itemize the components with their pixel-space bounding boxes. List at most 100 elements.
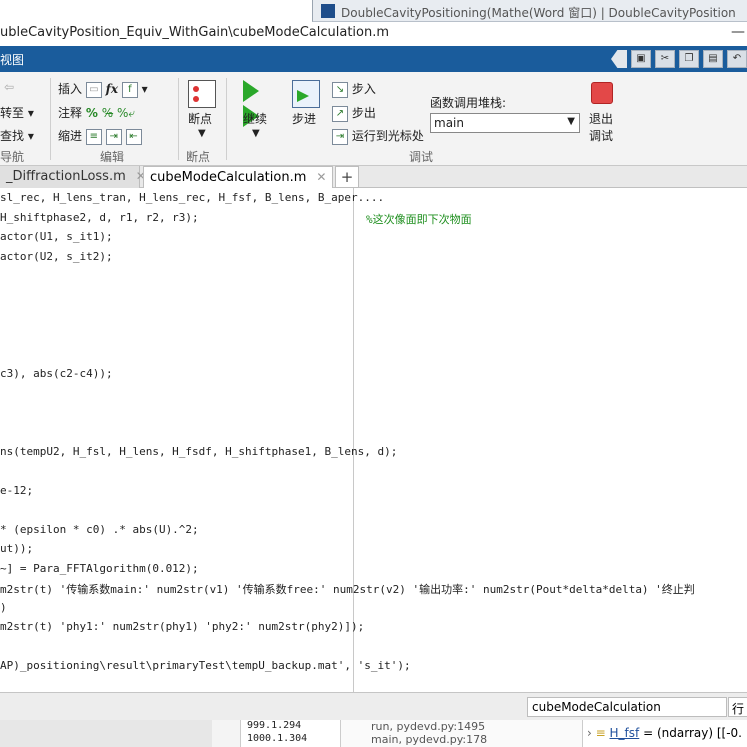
group-label-edit: 编辑 xyxy=(100,150,125,164)
step-out-button[interactable]: ↗ 步出 xyxy=(332,104,376,122)
code-line: m2str(t) '传输系数main:' num2str(v1) '传输系数fr… xyxy=(0,581,695,597)
code-text: ns(tempU2, H_fsl, H_lens, H_fsdf, H_shif… xyxy=(0,444,398,458)
call-stack-dropdown[interactable]: main ▼ xyxy=(430,113,580,133)
group-label-navigate: 导航 xyxy=(0,150,25,164)
undo-icon[interactable]: ↶ xyxy=(727,50,747,68)
back-arrow-icon[interactable]: ⇦ xyxy=(4,80,14,94)
matlab-editor-window: DoubleCavityPositioning(Mathe(Word 窗口) |… xyxy=(0,0,747,747)
code-line: AP)_positioning\result\primaryTest\tempU… xyxy=(0,659,411,672)
row-label: 行 xyxy=(728,697,747,717)
quit-debug-label-2[interactable]: 调试 xyxy=(589,127,613,144)
quit-debug-icon[interactable] xyxy=(591,82,613,104)
chevron-down-icon[interactable]: ▼ xyxy=(198,128,206,139)
step-icon[interactable] xyxy=(292,80,320,108)
tab-label: _DiffractionLoss.m xyxy=(6,169,126,184)
chevron-right-icon[interactable]: › xyxy=(587,726,592,740)
code-line: m2str(t) 'phy1:' num2str(phy1) 'phy2:' n… xyxy=(0,620,364,633)
code-text: ) xyxy=(0,600,7,614)
goto-label: 转至 xyxy=(0,106,25,120)
wrap-comment-icon: %⤶ xyxy=(116,106,136,120)
window-title: ubleCavityPosition_Equiv_WithGain\cubeMo… xyxy=(0,25,390,40)
status-bar: cubeModeCalculation 行 xyxy=(0,692,747,720)
continue-icon[interactable] xyxy=(243,80,271,127)
add-tab-button[interactable]: + xyxy=(335,166,359,188)
increase-indent-icon: ⇥ xyxy=(105,128,122,145)
tab-diffraction-loss[interactable]: _DiffractionLoss.m ✕ xyxy=(0,166,146,188)
variable-type: = (ndarray) [[-0. xyxy=(643,726,742,740)
code-comment: %这次像面即下次物面 xyxy=(366,212,472,226)
list-icon: ≡ xyxy=(595,726,606,740)
uncomment-icon: %̶ xyxy=(101,106,114,120)
code-line: ut)); xyxy=(0,542,33,555)
values-panel: 999.1.294 1000.1.304 xyxy=(240,720,340,747)
variable-item[interactable]: › ≡ H_fsf = (ndarray) [[-0. xyxy=(582,720,747,747)
code-text: ut)); xyxy=(0,542,34,555)
function-name-field[interactable]: cubeModeCalculation xyxy=(527,697,727,717)
step-in-button[interactable]: ↘ 步入 xyxy=(332,80,376,98)
code-text: sl_rec, H_lens_tran, H_lens_rec, H_fsf, … xyxy=(0,191,385,204)
continue-label: 继续 xyxy=(243,112,268,126)
chevron-down-icon[interactable]: ▼ xyxy=(252,128,260,139)
smart-indent-icon: ≡ xyxy=(85,128,102,145)
code-text: ~] = Para_FFTAlgorithm(0.012); xyxy=(0,561,199,575)
code-line: e-12; xyxy=(0,484,33,497)
breakpoints-icon[interactable] xyxy=(188,80,216,108)
code-text: actor(U1, s_it1); xyxy=(0,230,113,243)
value-row: 1000.1.304 xyxy=(247,733,308,744)
quit-debug-label-1[interactable]: 退出 xyxy=(589,110,613,127)
find-button[interactable]: 查找 ▾ xyxy=(0,127,34,144)
copy-icon[interactable]: ❐ xyxy=(679,50,699,68)
background-window-title: DoubleCavityPositioning(Mathe(Word 窗口) |… xyxy=(341,6,736,20)
step-out-label: 步出 xyxy=(351,106,376,120)
tab-cube-mode-calculation[interactable]: cubeModeCalculation.m ✕ xyxy=(143,166,333,188)
step-out-icon: ↗ xyxy=(332,105,348,122)
stack-frame[interactable]: main, pydevd.py:178 xyxy=(341,733,582,746)
background-panels: 999.1.294 1000.1.304 run, pydevd.py:1495… xyxy=(0,720,747,747)
title-bar: ubleCavityPosition_Equiv_WithGain\cubeMo… xyxy=(0,22,747,46)
function-icon: f xyxy=(121,81,138,98)
code-text: * (epsilon * c0) .* abs(U).^2; xyxy=(0,522,199,536)
save-icon[interactable]: ▣ xyxy=(631,50,651,68)
quick-access-toolbar: ▣ ✂ ❐ ▤ ↶ xyxy=(611,50,747,70)
divider xyxy=(50,78,51,160)
insert-button[interactable]: 插入 ▭ fx f ▾ xyxy=(58,80,148,98)
quick-access-lead xyxy=(611,50,627,68)
fx-icon: fx xyxy=(105,82,118,96)
code-text: c3), abs(c2-c4)); xyxy=(0,366,113,380)
code-text: H_shiftphase2, d, r1, r2, r3); xyxy=(0,210,199,224)
stack-frame[interactable]: run, pydevd.py:1495 xyxy=(341,720,582,733)
code-line: actor(U2, s_it2); xyxy=(0,250,113,263)
indent-label: 缩进 xyxy=(58,129,83,143)
insert-label: 插入 xyxy=(58,82,83,96)
code-editor[interactable]: sl_rec, H_lens_tran, H_lens_rec, H_fsf, … xyxy=(0,188,747,692)
right-margin-line xyxy=(353,188,354,692)
code-line: H_shiftphase2, d, r1, r2, r3); xyxy=(0,211,199,224)
paste-icon[interactable]: ▤ xyxy=(703,50,723,68)
find-label: 查找 xyxy=(0,129,25,143)
close-icon[interactable]: ✕ xyxy=(316,170,326,184)
minimize-button[interactable]: — xyxy=(731,24,745,40)
value-row: 999.1.294 xyxy=(247,720,302,731)
run-to-cursor-label: 运行到光标处 xyxy=(351,129,424,143)
tab-view[interactable]: 视图 xyxy=(0,51,24,68)
matlab-logo-icon xyxy=(321,4,335,18)
run-to-cursor-button[interactable]: ⇥ 运行到光标处 xyxy=(332,127,424,145)
code-line: * (epsilon * c0) .* abs(U).^2; xyxy=(0,523,199,536)
insert-box-icon: ▭ xyxy=(85,81,102,98)
divider xyxy=(178,78,179,160)
goto-button[interactable]: 转至 ▾ xyxy=(0,104,34,121)
code-line: ) xyxy=(0,601,7,614)
variable-name: H_fsf xyxy=(609,726,640,740)
background-window[interactable]: DoubleCavityPositioning(Mathe(Word 窗口) |… xyxy=(312,0,747,22)
step-label: 步进 xyxy=(292,112,317,126)
percent-icon: % xyxy=(85,106,98,120)
code-text: m2str(t) '传输系数main:' num2str(v1) '传输系数fr… xyxy=(0,583,695,596)
call-stack-label: 函数调用堆栈: xyxy=(430,96,507,110)
ribbon: ⇦ 转至 ▾ 查找 ▾ 导航 插入 ▭ fx f ▾ 注释 % %̶ %⤶ 缩进… xyxy=(0,72,747,166)
tab-label: cubeModeCalculation.m xyxy=(150,170,307,185)
step-in-label: 步入 xyxy=(351,82,376,96)
comment-button[interactable]: 注释 % %̶ %⤶ xyxy=(58,104,135,121)
cut-icon[interactable]: ✂ xyxy=(655,50,675,68)
indent-button[interactable]: 缩进 ≡ ⇥ ⇤ xyxy=(58,127,142,145)
group-label-debug: 调试 xyxy=(409,150,434,164)
